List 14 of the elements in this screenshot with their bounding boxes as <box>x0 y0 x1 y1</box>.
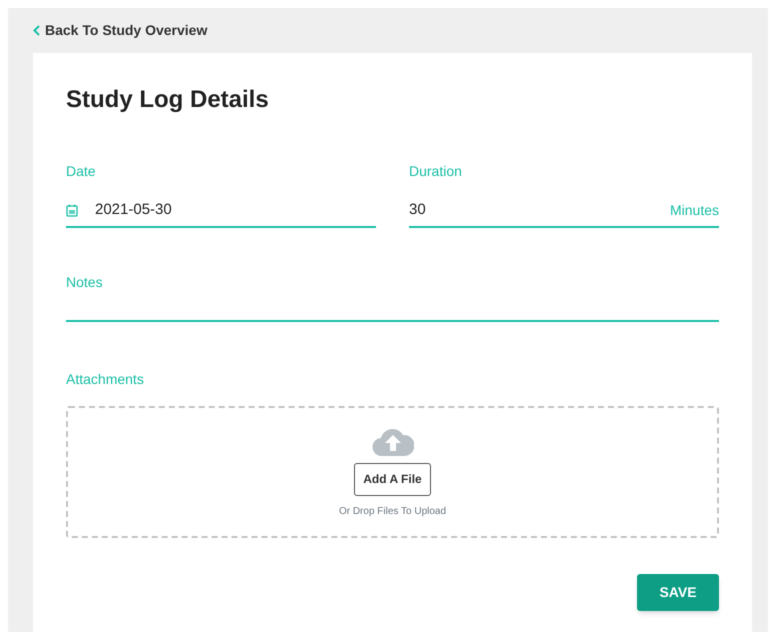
drop-hint: Or Drop Files To Upload <box>338 504 446 518</box>
field-label: Duration <box>409 162 462 181</box>
chevron-left-icon <box>33 25 40 36</box>
field-label: Attachments <box>66 370 144 388</box>
calendar-icon <box>66 204 78 217</box>
add-file-button[interactable]: Add A File <box>354 462 431 496</box>
duration-field[interactable]: 30 Minutes <box>409 199 719 228</box>
unit-label: Minutes <box>670 200 719 220</box>
back-link[interactable]: Back To Study Overview <box>33 20 208 41</box>
page-title: Study Log Details <box>66 85 269 115</box>
date-field[interactable]: 2021-05-30 <box>66 199 376 228</box>
field-label: Date <box>66 162 96 181</box>
field-label: Notes <box>66 272 103 292</box>
drop-zone[interactable]: Add A File Or Drop Files To Upload <box>66 406 719 538</box>
